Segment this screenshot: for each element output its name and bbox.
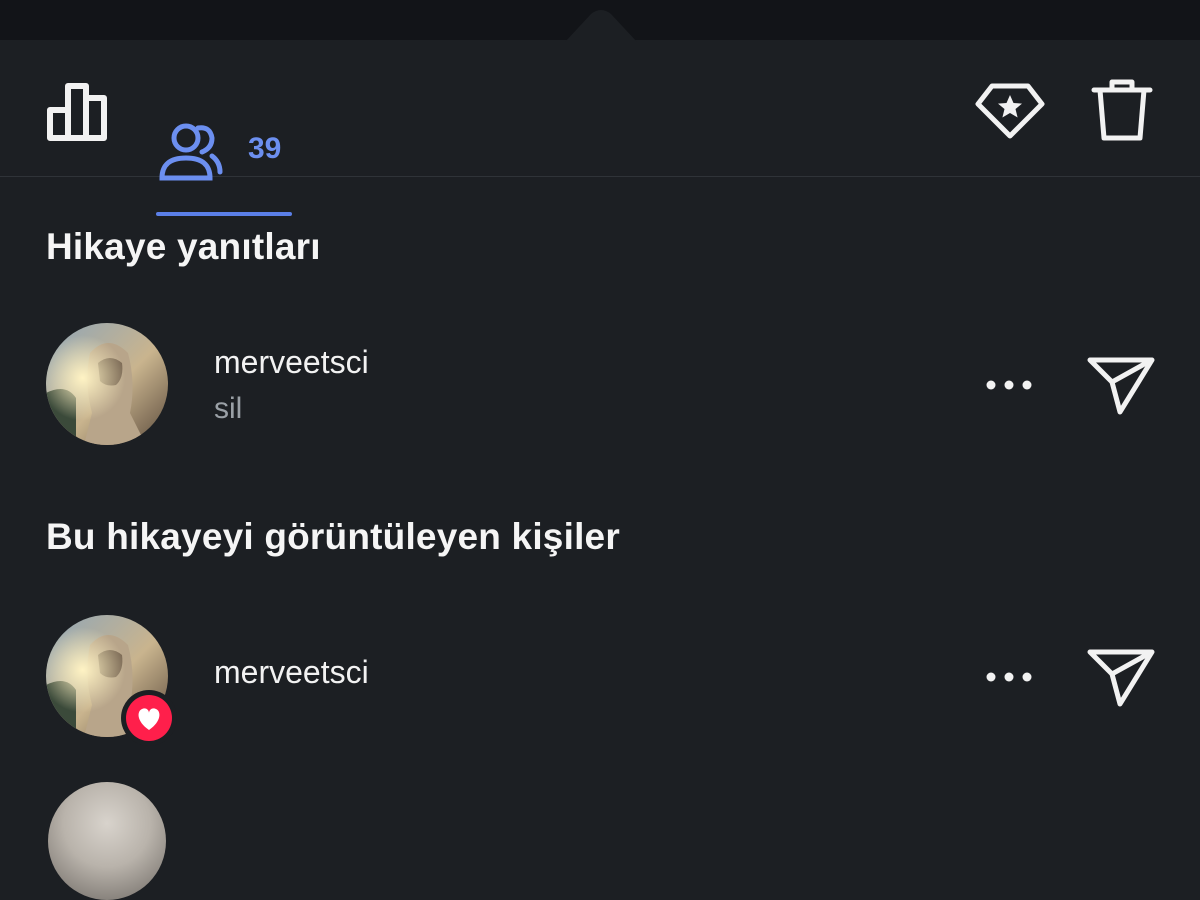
more-options-button[interactable]	[984, 667, 1034, 687]
viewers-count: 39	[248, 132, 282, 165]
replies-section-title: Hikaye yanıtları	[46, 226, 321, 267]
paper-plane-icon	[1087, 357, 1155, 415]
send-button[interactable]	[1086, 646, 1156, 710]
tab-viewers[interactable]: 39	[156, 80, 292, 216]
active-tab-indicator	[156, 212, 292, 216]
bar-chart-icon	[47, 83, 107, 141]
tab-bar: 39	[0, 40, 1200, 216]
send-button[interactable]	[1086, 354, 1156, 418]
like-badge-fill	[126, 695, 172, 741]
heart-icon	[138, 708, 160, 730]
popover-notch	[565, 10, 637, 42]
viewer-username[interactable]: merveetsci	[214, 654, 369, 691]
tab-stats[interactable]	[44, 80, 114, 184]
profile-photo	[46, 323, 168, 445]
more-options-button[interactable]	[984, 375, 1034, 395]
more-dots-icon	[986, 672, 1032, 682]
more-dots-icon	[986, 380, 1032, 390]
like-badge	[121, 690, 177, 746]
trash-icon	[1091, 79, 1153, 141]
paper-plane-icon	[1087, 649, 1155, 707]
people-icon	[159, 123, 223, 181]
diamond-star-icon	[975, 83, 1045, 139]
reply-row[interactable]: merveetsci sil	[0, 320, 1200, 450]
reply-username[interactable]: merveetsci	[214, 344, 369, 381]
avatar[interactable]	[46, 323, 168, 445]
viewers-section-title: Bu hikayeyi görüntüleyen kişiler	[46, 516, 620, 557]
delete-button[interactable]	[1090, 78, 1154, 142]
reply-message: sil	[214, 392, 243, 425]
avatar[interactable]	[48, 782, 166, 900]
highlight-button[interactable]	[974, 80, 1046, 140]
viewer-row[interactable]: merveetsci	[0, 612, 1200, 742]
